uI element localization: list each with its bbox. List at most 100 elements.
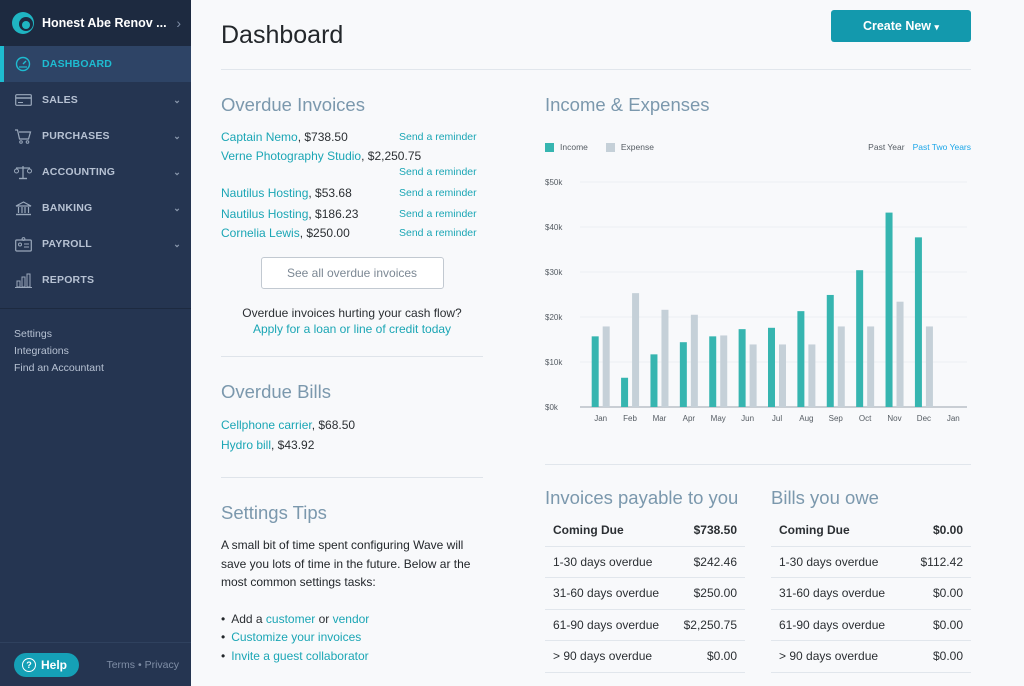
list-item: Add a customer or vendor xyxy=(221,610,483,629)
expense-bar xyxy=(808,344,816,407)
income-bar xyxy=(591,336,599,407)
x-tick-label: Jan xyxy=(594,414,607,423)
settings-link[interactable]: Settings xyxy=(14,326,177,343)
list-item: Nautilus Hosting, $186.23 Send a reminde… xyxy=(221,205,483,224)
help-label: Help xyxy=(41,657,68,672)
sidebar-footer: ? Help Terms • Privacy xyxy=(0,642,191,686)
income-bar xyxy=(738,329,746,407)
left-column: Overdue Invoices Captain Nemo, $738.50 S… xyxy=(221,70,483,673)
invoice-amount: , $250.00 xyxy=(299,226,350,240)
x-tick-label: Mar xyxy=(653,414,667,423)
page-title: Dashboard xyxy=(221,21,344,49)
invoice-entry: Nautilus Hosting, $186.23 xyxy=(221,205,358,224)
summary-tables: Invoices payable to you Coming Due $738.5… xyxy=(545,464,971,673)
row-label: Coming Due xyxy=(553,523,624,538)
overdue-invoices-title: Overdue Invoices xyxy=(221,94,365,115)
bill-link[interactable]: Cellphone carrier xyxy=(221,418,312,432)
bar-chart-icon xyxy=(14,273,32,288)
overdue-invoices-list: Captain Nemo, $738.50 Send a reminder Ve… xyxy=(221,128,483,243)
business-name: Honest Abe Renov ... xyxy=(42,16,167,30)
send-reminder-link[interactable]: Send a reminder xyxy=(399,205,483,224)
sidebar-item-payroll[interactable]: PAYROLL ⌄ xyxy=(0,226,191,262)
page-header: Dashboard Create New ▾ xyxy=(221,0,971,70)
help-button[interactable]: ? Help xyxy=(14,652,80,677)
right-column: Income & Expenses Income Expense Past Ye… xyxy=(545,70,971,673)
row-label: Coming Due xyxy=(779,523,850,538)
sidebar-item-purchases[interactable]: PURCHASES ⌄ xyxy=(0,118,191,154)
row-value: $0.00 xyxy=(932,649,963,664)
bill-link[interactable]: Hydro bill xyxy=(221,438,271,452)
customer-link[interactable]: Cornelia Lewis xyxy=(221,226,300,240)
expense-bar xyxy=(602,326,610,407)
income-expenses-chart: $0k $10k $20k $30k $40k $50k Jan Feb Mar Apr May Ju… xyxy=(545,162,971,452)
privacy-link[interactable]: Privacy xyxy=(145,659,179,671)
send-reminder-link[interactable]: Send a reminder xyxy=(399,163,483,182)
settings-tips-title: Settings Tips xyxy=(221,502,327,523)
customer-link[interactable]: Nautilus Hosting xyxy=(221,186,308,200)
create-new-label: Create New xyxy=(862,18,932,33)
terms-link[interactable]: Terms xyxy=(106,659,135,671)
sidebar-item-reports[interactable]: REPORTS xyxy=(0,262,191,298)
find-accountant-link[interactable]: Find an Accountant xyxy=(14,360,177,377)
invite-collaborator-link[interactable]: Invite a guest collaborator xyxy=(231,649,368,663)
chart-svg: $0k $10k $20k $30k $40k $50k Jan Feb Mar Apr May Ju… xyxy=(545,178,967,423)
row-label: 31-60 days overdue xyxy=(779,586,886,601)
send-reminder-link[interactable]: Send a reminder xyxy=(399,224,483,243)
see-all-overdue-button[interactable]: See all overdue invoices xyxy=(260,257,444,289)
list-item: Invite a guest collaborator xyxy=(221,647,483,666)
expense-bar xyxy=(749,344,757,407)
vendor-link[interactable]: vendor xyxy=(333,612,370,626)
chevron-down-icon: ⌄ xyxy=(173,166,181,177)
invoice-entry: Cornelia Lewis, $250.00 xyxy=(221,224,350,243)
chevron-right-icon: › xyxy=(176,15,181,31)
expense-bar xyxy=(720,335,728,407)
x-tick-label: Jun xyxy=(741,414,754,423)
sidebar-item-accounting[interactable]: ACCOUNTING ⌄ xyxy=(0,154,191,190)
expense-bar xyxy=(690,314,698,407)
sidebar-item-sales[interactable]: SALES ⌄ xyxy=(0,82,191,118)
row-value: $0.00 xyxy=(932,617,963,632)
customer-link[interactable]: customer xyxy=(266,612,315,626)
credit-card-icon xyxy=(14,93,32,107)
expense-bar xyxy=(867,326,875,407)
period-past-two-years[interactable]: Past Two Years xyxy=(913,142,971,152)
dashboard-gauge-icon xyxy=(14,56,32,72)
table-row: 61-90 days overdue $2,250.75 xyxy=(545,610,745,641)
integrations-link[interactable]: Integrations xyxy=(14,343,177,360)
table-row: 1-30 days overdue $112.42 xyxy=(771,547,971,578)
x-tick-label: Jul xyxy=(772,414,782,423)
settings-tips-text: A small bit of time spent configuring Wa… xyxy=(221,538,471,589)
table-header-row: Coming Due $738.50 xyxy=(545,515,745,547)
table-header-row: Coming Due $0.00 xyxy=(771,515,971,547)
sidebar-item-label: SALES xyxy=(42,94,79,106)
legend-income: Income xyxy=(545,142,588,152)
list-item: Hydro bill, $43.92 xyxy=(221,435,483,455)
section-divider xyxy=(221,356,483,357)
x-tick-label: May xyxy=(711,414,726,423)
chart-legend: Income Expense xyxy=(545,142,672,152)
customer-link[interactable]: Captain Nemo xyxy=(221,130,298,144)
business-switcher[interactable]: Honest Abe Renov ... › xyxy=(0,0,191,46)
table-row: > 90 days overdue $0.00 xyxy=(545,641,745,673)
sidebar-item-dashboard[interactable]: DASHBOARD xyxy=(0,46,191,82)
period-past-year[interactable]: Past Year xyxy=(868,142,904,152)
create-new-button[interactable]: Create New ▾ xyxy=(831,9,971,42)
list-item: Captain Nemo, $738.50 Send a reminder xyxy=(221,128,483,147)
row-value: $738.50 xyxy=(693,523,737,538)
row-value: $112.42 xyxy=(920,554,964,569)
income-bar xyxy=(797,311,805,407)
shopping-cart-icon xyxy=(14,128,32,144)
customize-invoices-link[interactable]: Customize your invoices xyxy=(231,630,361,644)
send-reminder-link[interactable]: Send a reminder xyxy=(399,128,483,147)
apply-loan-link[interactable]: Apply for a loan or line of credit today xyxy=(221,321,483,337)
customer-link[interactable]: Verne Photography Studio xyxy=(221,149,361,163)
list-item: Customize your invoices xyxy=(221,628,483,647)
bills-owe-table: Bills you owe Coming Due $0.00 1-30 days o… xyxy=(771,465,971,673)
sidebar-item-banking[interactable]: BANKING ⌄ xyxy=(0,190,191,226)
legend-label: Income xyxy=(560,142,588,152)
send-reminder-link[interactable]: Send a reminder xyxy=(399,184,483,203)
sidebar-links: Settings Integrations Find an Accountant xyxy=(0,309,191,377)
customer-link[interactable]: Nautilus Hosting xyxy=(221,207,308,221)
invoice-amount: , $186.23 xyxy=(308,207,359,221)
legal-links: Terms • Privacy xyxy=(106,659,179,671)
